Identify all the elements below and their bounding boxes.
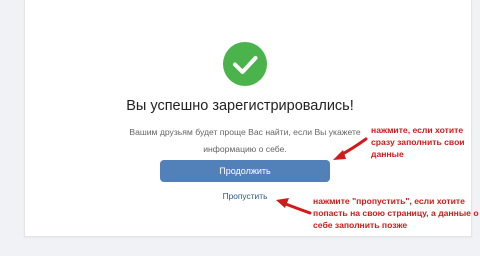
annotation-arrows (276, 137, 368, 215)
arrow-left-icon (276, 198, 312, 215)
arrow-left-icon (333, 137, 368, 160)
